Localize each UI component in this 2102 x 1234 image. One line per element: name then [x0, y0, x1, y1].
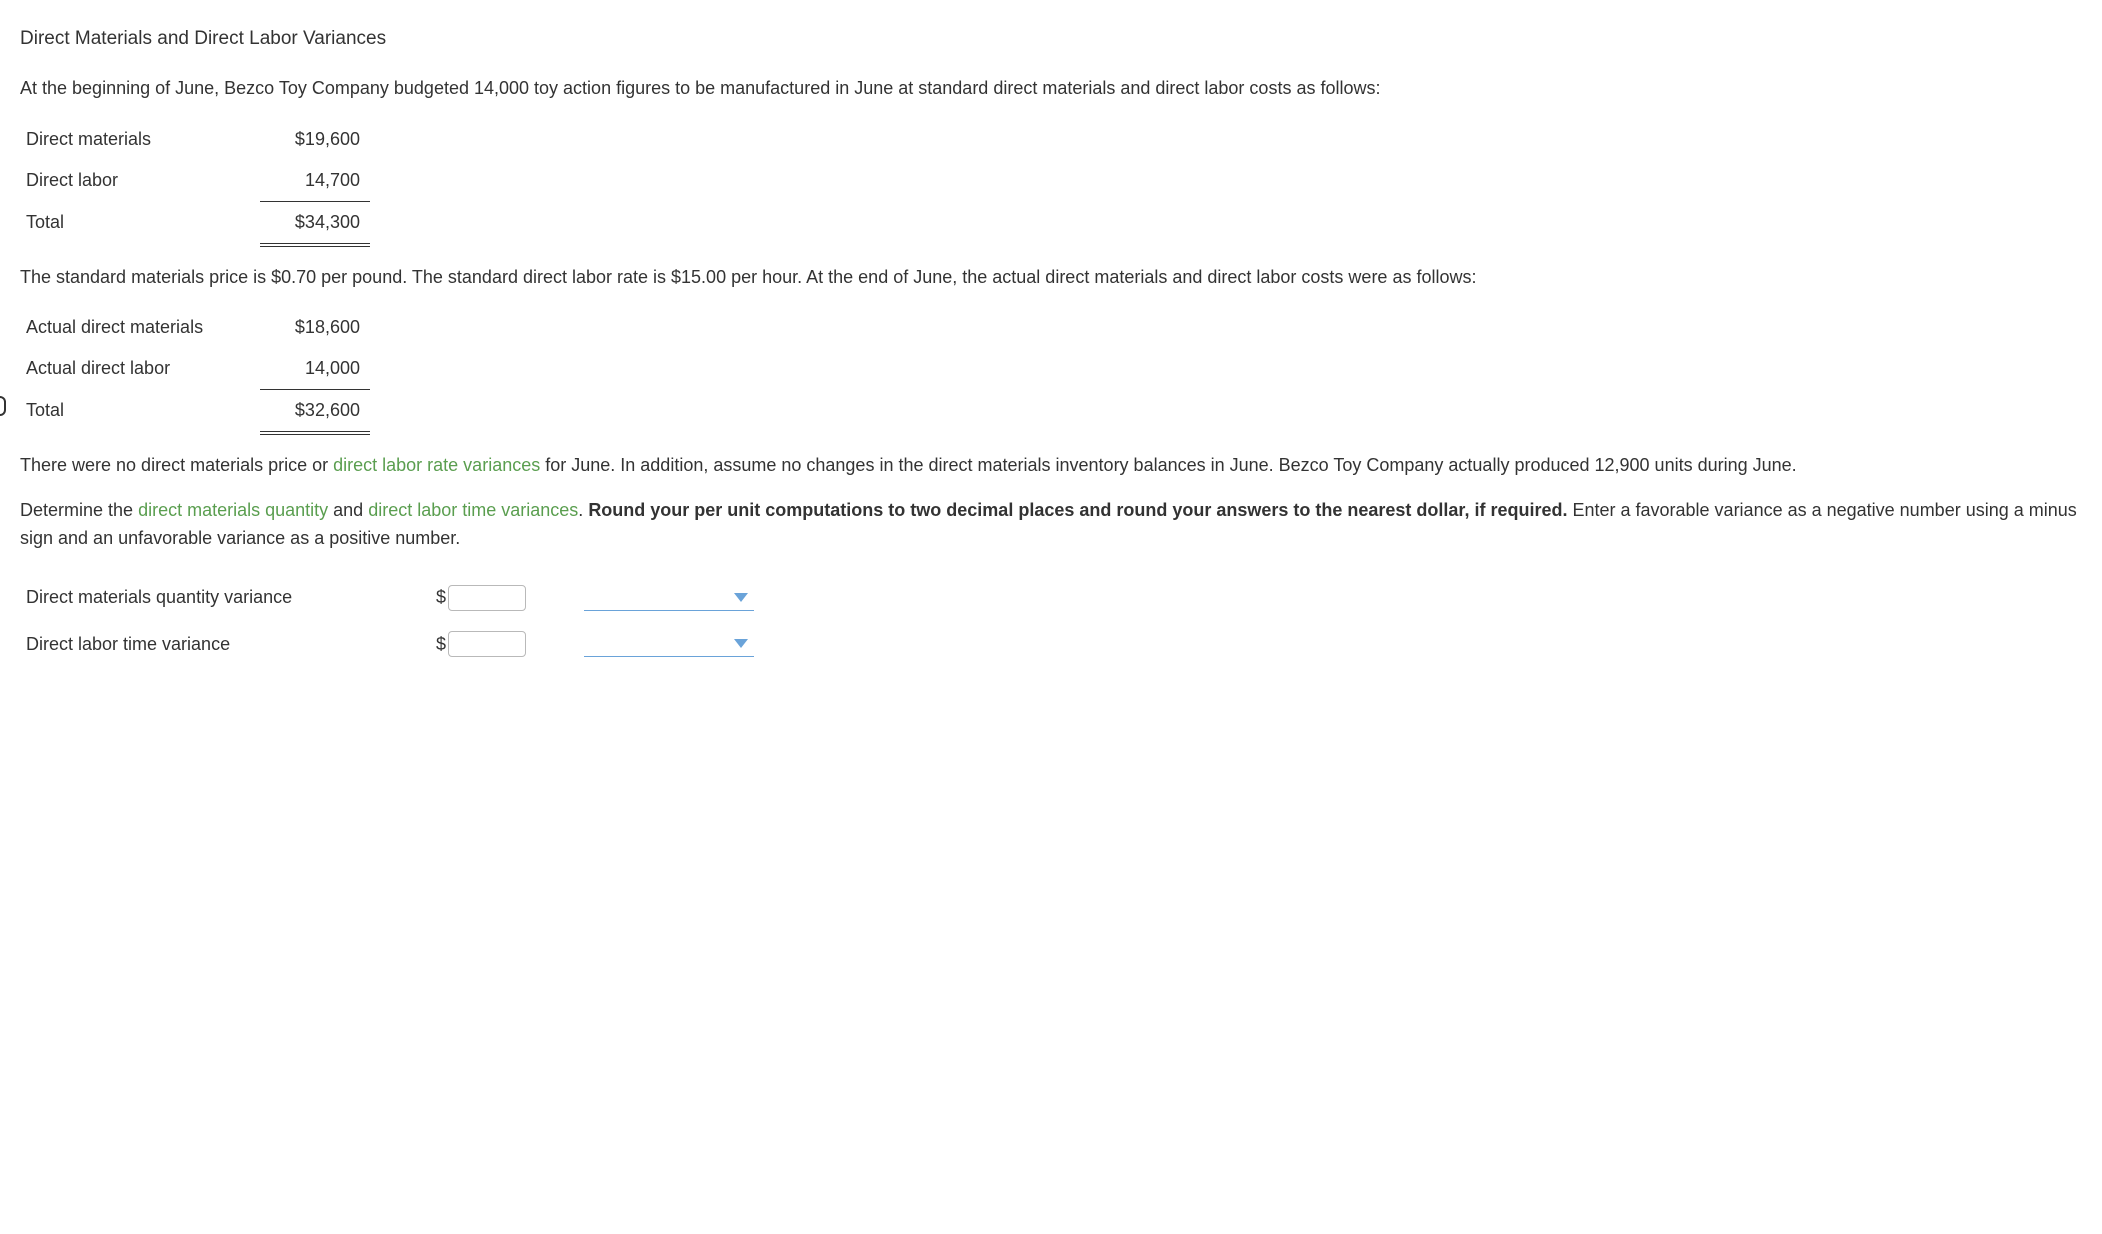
materials-quantity-variance-input[interactable]: [448, 585, 526, 611]
mid-paragraph: The standard materials price is $0.70 pe…: [20, 263, 2082, 292]
materials-quantity-variance-dropdown[interactable]: [584, 585, 754, 611]
bold-instruction: Round your per unit computations to two …: [588, 500, 1567, 520]
answer-label: Direct labor time variance: [20, 626, 430, 663]
budget-cost-table: Direct materials $19,600 Direct labor 14…: [20, 119, 370, 246]
table-row: Actual direct labor 14,000: [20, 348, 370, 389]
row-label: Total: [20, 389, 260, 432]
page-title: Direct Materials and Direct Labor Varian…: [20, 24, 2082, 54]
row-value: $34,300: [260, 201, 370, 244]
chevron-down-icon: [734, 593, 748, 602]
answer-table: Direct materials quantity variance $ Dir…: [20, 569, 762, 673]
row-value: $18,600: [260, 307, 370, 348]
row-label: Actual direct labor: [20, 348, 260, 389]
answer-row: Direct materials quantity variance $: [20, 579, 762, 616]
instruction-paragraph: Determine the direct materials quantity …: [20, 496, 2082, 554]
answer-label: Direct materials quantity variance: [20, 579, 430, 616]
answer-input-cell: $: [430, 579, 534, 616]
side-tab-marker: [0, 396, 6, 416]
chevron-down-icon: [734, 639, 748, 648]
produced-paragraph: There were no direct materials price or …: [20, 451, 2082, 480]
table-row: Actual direct materials $18,600: [20, 307, 370, 348]
table-row: Direct labor 14,700: [20, 160, 370, 201]
link-direct-materials-quantity[interactable]: direct materials quantity: [138, 500, 328, 520]
link-direct-labor-rate-variances[interactable]: direct labor rate variances: [333, 455, 540, 475]
row-label: Total: [20, 201, 260, 244]
text-fragment: and: [328, 500, 368, 520]
text-fragment: .: [578, 500, 588, 520]
answer-row: Direct labor time variance $: [20, 626, 762, 663]
intro-paragraph: At the beginning of June, Bezco Toy Comp…: [20, 74, 2082, 103]
table-row: Direct materials $19,600: [20, 119, 370, 160]
labor-time-variance-dropdown[interactable]: [584, 631, 754, 657]
row-value: 14,700: [260, 160, 370, 201]
currency-symbol: $: [436, 630, 446, 659]
currency-symbol: $: [436, 583, 446, 612]
labor-time-variance-input[interactable]: [448, 631, 526, 657]
table-row-total: Total $32,600: [20, 389, 370, 432]
table-row-total: Total $34,300: [20, 201, 370, 244]
row-value: $19,600: [260, 119, 370, 160]
row-value: 14,000: [260, 348, 370, 389]
answer-input-cell: $: [430, 626, 534, 663]
row-label: Actual direct materials: [20, 307, 260, 348]
actual-cost-table: Actual direct materials $18,600 Actual d…: [20, 307, 370, 434]
row-label: Direct materials: [20, 119, 260, 160]
text-fragment: for June. In addition, assume no changes…: [540, 455, 1796, 475]
row-value: $32,600: [260, 389, 370, 432]
text-fragment: Determine the: [20, 500, 138, 520]
row-label: Direct labor: [20, 160, 260, 201]
text-fragment: There were no direct materials price or: [20, 455, 333, 475]
link-direct-labor-time-variances[interactable]: direct labor time variances: [368, 500, 578, 520]
